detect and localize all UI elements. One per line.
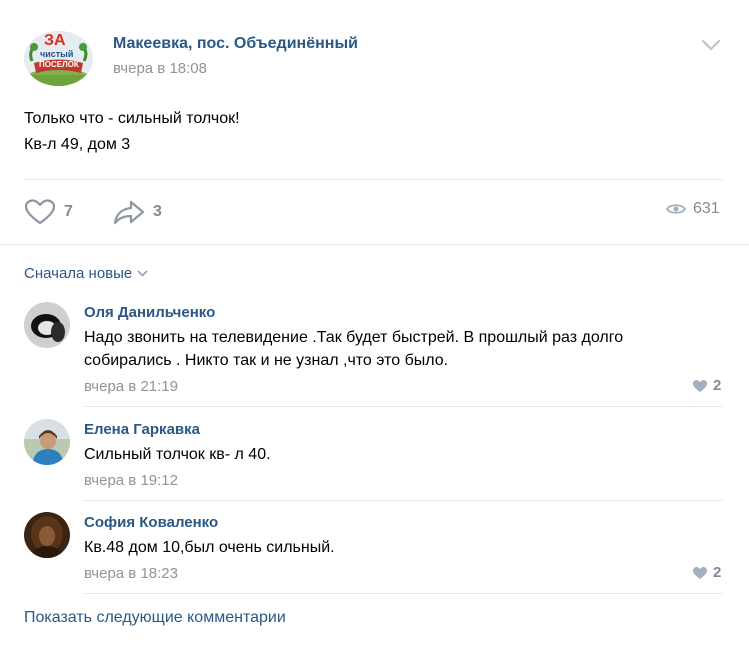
comment-author[interactable]: София Коваленко [84, 514, 218, 531]
avatar-image [24, 512, 70, 558]
eye-icon [666, 204, 686, 214]
share-button[interactable]: 3 [113, 198, 162, 226]
avatar[interactable] [24, 419, 70, 465]
logo-text-chistiy: чистый [40, 49, 74, 59]
post-time[interactable]: вчера в 18:08 [113, 60, 207, 77]
comment-like-count: 2 [713, 377, 722, 394]
share-count: 3 [153, 203, 162, 220]
group-avatar[interactable]: ЗА чистый поселок [24, 31, 93, 86]
comment-like-button[interactable]: 2 [692, 564, 721, 581]
sort-label: Сначала новые [24, 265, 133, 282]
comment-text-line: собирались . Никто так и не узнал ,что э… [84, 352, 449, 369]
post-text-line: Кв-л 49, дом 3 [24, 136, 131, 153]
sort-dropdown[interactable]: Сначала новые [24, 265, 148, 282]
divider [0, 244, 749, 245]
heart-icon [24, 199, 56, 225]
comment-like-count: 2 [713, 564, 722, 581]
avatar-image [24, 419, 70, 465]
post-card: ЗА чистый поселок Макеевка, пос. Объедин… [0, 0, 749, 645]
views-counter: 631 [666, 200, 720, 218]
share-arrow-icon [113, 200, 145, 225]
avatar[interactable] [24, 302, 70, 348]
comment-time[interactable]: вчера в 21:19 [84, 378, 178, 395]
divider [24, 179, 723, 180]
comment-text-line: Сильный толчок кв- л 40. [84, 446, 271, 463]
comment-text-line: Кв.48 дом 10,был очень сильный. [84, 539, 335, 556]
comment-author[interactable]: Оля Данильченко [84, 304, 215, 321]
show-more-comments-link[interactable]: Показать следующие комментарии [24, 609, 286, 627]
comment-text-line: Надо звонить на телевидение .Так будет б… [84, 329, 624, 346]
comment-like-button[interactable]: 2 [692, 377, 721, 394]
logo-text-za: ЗА [44, 32, 66, 49]
chevron-down-icon [137, 270, 148, 277]
heart-icon [693, 379, 707, 392]
heart-icon [693, 566, 707, 579]
comment-time[interactable]: вчера в 19:12 [84, 472, 178, 489]
comment-author[interactable]: Елена Гаркавка [84, 421, 200, 438]
logo-text-poselok: поселок [39, 60, 79, 69]
avatar[interactable] [24, 512, 70, 558]
post-text-line: Только что - сильный толчок! [24, 110, 240, 127]
divider [84, 406, 723, 407]
like-count: 7 [64, 203, 73, 220]
comment-time[interactable]: вчера в 18:23 [84, 565, 178, 582]
avatar-image [24, 302, 70, 348]
chevron-down-icon[interactable] [700, 38, 722, 52]
divider [84, 593, 723, 594]
views-count: 631 [693, 200, 720, 217]
group-name-link[interactable]: Макеевка, пос. Объединённый [113, 35, 358, 53]
divider [84, 500, 723, 501]
like-button[interactable]: 7 [24, 198, 73, 226]
